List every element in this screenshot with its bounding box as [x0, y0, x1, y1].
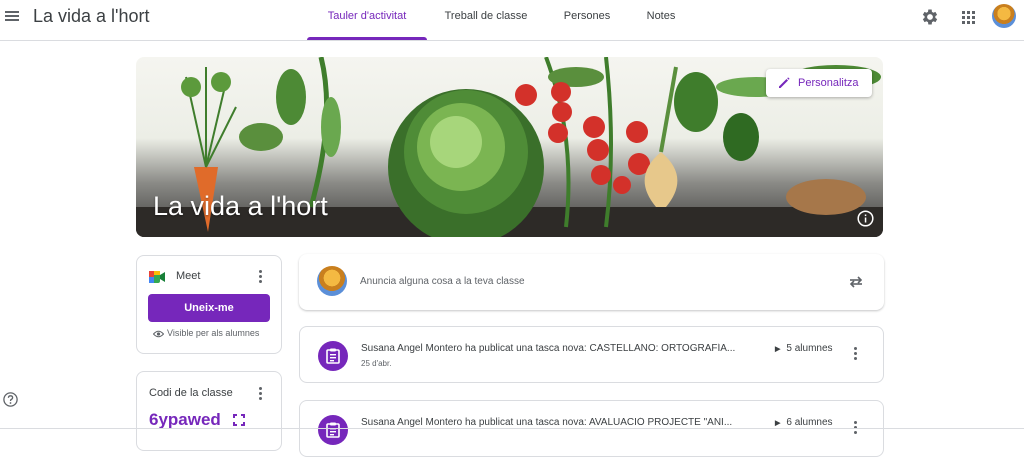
post-audience-count: 5 alumnes: [786, 343, 833, 354]
divider: [0, 428, 1024, 429]
caret-right-icon: ▶: [775, 346, 781, 353]
fullscreen-icon[interactable]: [233, 413, 245, 426]
account-avatar[interactable]: [992, 4, 1016, 28]
top-app-bar: La vida a l'hort Tauler d'activitat Treb…: [0, 0, 1024, 41]
more-options-icon[interactable]: [854, 347, 858, 361]
more-options-icon[interactable]: [259, 270, 263, 284]
customize-label: Personalitza: [798, 77, 859, 89]
settings-icon[interactable]: [920, 7, 940, 27]
assignment-icon: [318, 415, 348, 445]
tab-people[interactable]: Persones: [556, 0, 618, 41]
announce-placeholder[interactable]: Anuncia alguna cosa a la teva classe: [360, 276, 525, 287]
class-title: La vida a l'hort: [153, 191, 328, 221]
visibility-text: Visible per als alumnes: [167, 328, 260, 338]
join-meet-button[interactable]: Uneix-me: [148, 294, 270, 322]
pencil-icon: [779, 77, 790, 88]
post-title: Susana Angel Montero ha publicat una tas…: [361, 417, 733, 428]
menu-icon[interactable]: [4, 9, 20, 25]
assignment-icon: [318, 341, 348, 371]
post-audience-count: 6 alumnes: [786, 417, 833, 428]
class-code-card: Codi de la classe 6ypawed: [136, 371, 282, 451]
class-code-label: Codi de la classe: [149, 387, 233, 399]
post-audience[interactable]: ▶ 5 alumnes: [775, 343, 833, 354]
tab-classwork[interactable]: Treball de classe: [437, 0, 535, 41]
app-title[interactable]: La vida a l'hort: [33, 6, 150, 27]
more-options-icon[interactable]: [259, 387, 263, 401]
info-icon[interactable]: [857, 210, 874, 227]
tab-stream[interactable]: Tauler d'activitat: [307, 0, 427, 41]
class-code-value: 6ypawed: [149, 410, 221, 429]
meet-card: Meet Uneix-me Visible per als alumnes: [136, 255, 282, 354]
help-icon[interactable]: [3, 392, 18, 407]
meet-label: Meet: [176, 270, 201, 282]
announce-box[interactable]: Anuncia alguna cosa a la teva classe: [299, 254, 884, 310]
class-banner: La vida a l'hort Personalitza: [136, 57, 883, 237]
post-audience[interactable]: ▶ 6 alumnes: [775, 417, 833, 428]
customize-button[interactable]: Personalitza: [766, 69, 872, 97]
visibility-note: Visible per als alumnes: [152, 328, 260, 338]
post-date: 25 d'abr.: [361, 359, 392, 368]
tab-grades[interactable]: Notes: [638, 0, 684, 41]
repost-icon[interactable]: [848, 274, 864, 290]
post-title: Susana Angel Montero ha publicat una tas…: [361, 343, 736, 354]
eye-icon: [152, 330, 165, 338]
user-avatar: [317, 266, 347, 296]
caret-right-icon: ▶: [775, 420, 781, 427]
google-meet-icon: [149, 270, 165, 284]
apps-grid-icon[interactable]: [959, 8, 979, 28]
stream-post[interactable]: Susana Angel Montero ha publicat una tas…: [299, 326, 884, 383]
